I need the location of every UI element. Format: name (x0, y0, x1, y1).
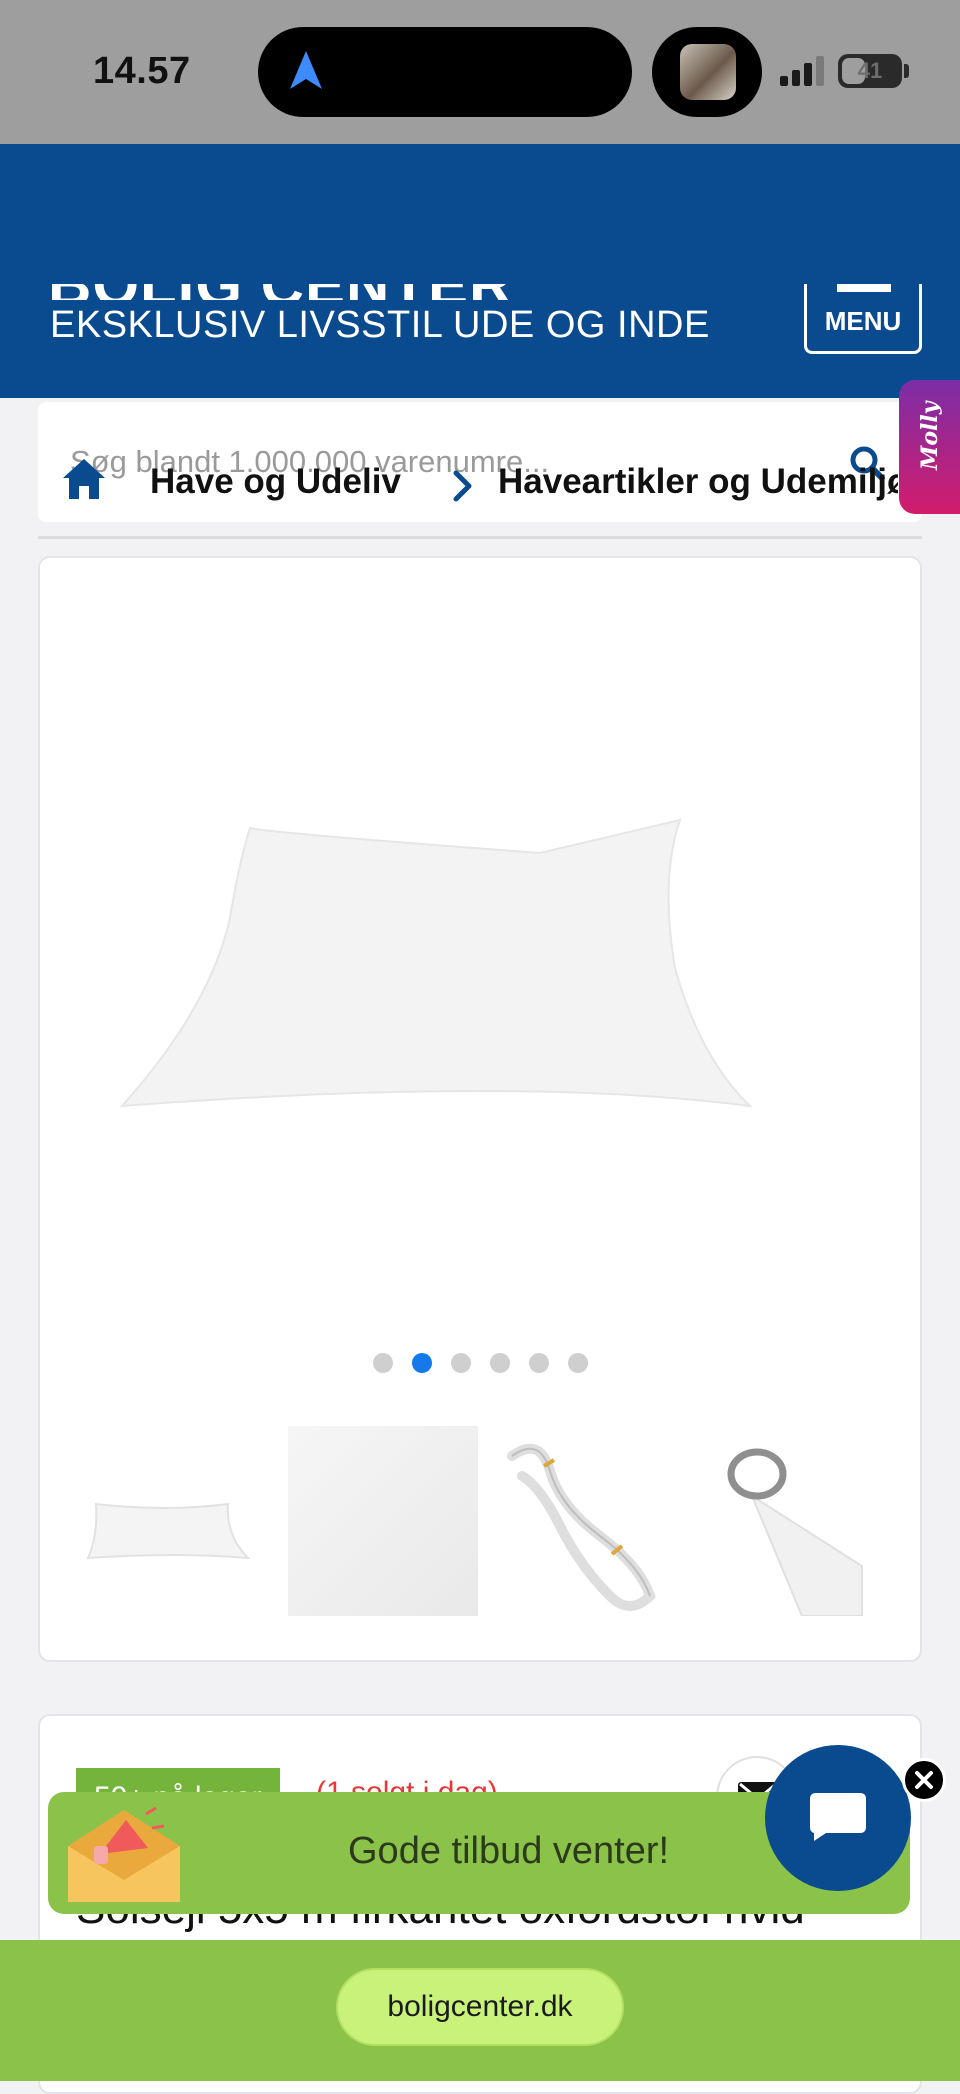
carousel-dot[interactable] (568, 1353, 588, 1373)
hamburger-icon (837, 284, 891, 292)
battery-percent: 41 (857, 58, 883, 83)
carousel-dot[interactable] (451, 1353, 471, 1373)
close-chat-button[interactable] (902, 1758, 946, 1802)
chevron-right-icon (453, 470, 472, 502)
site-header: BOLIG CENTER EKSKLUSIV LIVSSTIL UDE OG I… (0, 144, 960, 522)
site-logo[interactable]: BOLIG CENTER (48, 284, 668, 300)
breadcrumb-divider (38, 536, 922, 539)
thumbnail-shade-sail[interactable] (76, 1426, 266, 1616)
product-gallery (38, 556, 922, 1662)
home-icon[interactable] (60, 456, 108, 502)
signal-icon (780, 56, 824, 86)
battery-icon: 41 (838, 54, 902, 88)
browser-bottom-bar: boligcenter.dk (0, 1940, 960, 2081)
site-tagline: EKSKLUSIV LIVSSTIL UDE OG INDE (50, 304, 710, 346)
thumbnail-fabric[interactable] (288, 1426, 478, 1616)
molly-side-tab[interactable]: Molly (899, 380, 960, 514)
carousel-dot-active[interactable] (412, 1353, 432, 1373)
product-main-image[interactable] (100, 808, 900, 1138)
close-icon (915, 1771, 933, 1789)
logo-text: BOLIG CENTER (48, 284, 513, 300)
carousel-dot[interactable] (490, 1353, 510, 1373)
menu-label: MENU (824, 306, 902, 336)
chat-button[interactable] (765, 1745, 911, 1891)
menu-button[interactable]: MENU (804, 284, 922, 354)
carousel-dot[interactable] (529, 1353, 549, 1373)
thumbnail-corner-ring[interactable] (712, 1426, 902, 1616)
megaphone-envelope-icon (68, 1806, 180, 1902)
url-bar[interactable]: boligcenter.dk (336, 1968, 624, 2046)
breadcrumb-haveartikler[interactable]: Haveartikler og Udemiljø (498, 462, 898, 502)
molly-label: Molly (917, 401, 943, 470)
thumbnail-rope[interactable] (500, 1426, 690, 1616)
location-arrow-icon (290, 51, 322, 89)
status-time: 14.57 (93, 50, 191, 92)
battery-cap (904, 64, 909, 78)
promo-text: Gode tilbud venter! (348, 1830, 670, 1872)
chat-bubble-icon (810, 1793, 866, 1841)
now-playing-artwork (680, 44, 736, 100)
breadcrumb-have-og-udeliv[interactable]: Have og Udeliv (150, 462, 401, 502)
carousel-dot[interactable] (373, 1353, 393, 1373)
